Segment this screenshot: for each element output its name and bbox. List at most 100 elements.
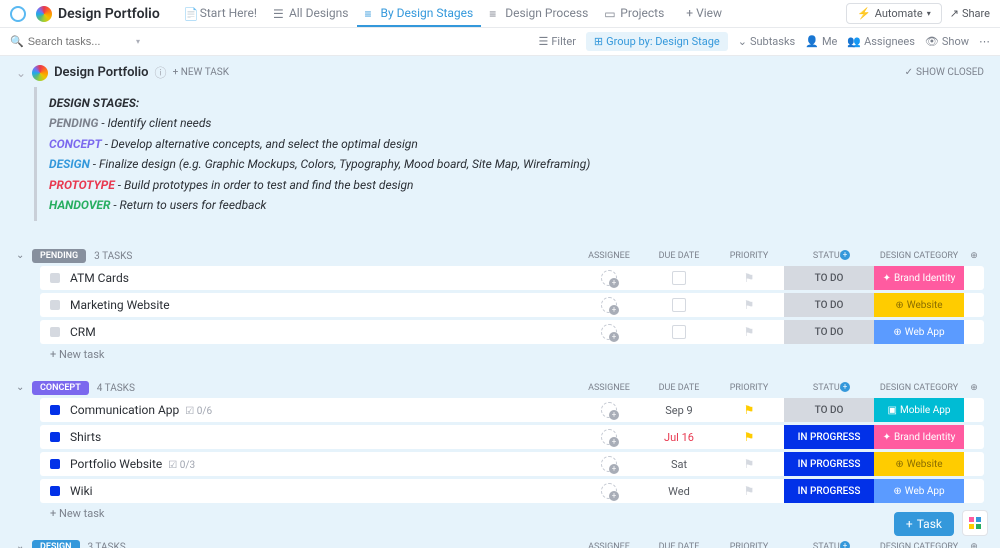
priority-cell[interactable]: ⚑ xyxy=(714,293,784,317)
add-column-icon[interactable]: ⊕ xyxy=(964,251,984,261)
category-cell[interactable]: ⊕Website xyxy=(874,452,964,476)
avatar-empty-icon[interactable] xyxy=(601,483,617,499)
flag-icon[interactable]: ⚑ xyxy=(744,325,755,339)
task-name[interactable]: CRM xyxy=(70,325,574,339)
task-row[interactable]: ATM Cards ⚑ TO DO ✦Brand Identity xyxy=(40,266,984,290)
collapse-icon[interactable]: ⌄ xyxy=(16,66,26,80)
assignees-button[interactable]: 👥Assignees xyxy=(847,35,915,48)
assignee-cell[interactable] xyxy=(574,452,644,476)
col-category[interactable]: DESIGN CATEGORY xyxy=(874,383,964,393)
new-task-button[interactable]: + NEW TASK xyxy=(173,67,229,78)
avatar-empty-icon[interactable] xyxy=(601,270,617,286)
priority-cell[interactable]: ⚑ xyxy=(714,398,784,422)
add-view-button[interactable]: + View xyxy=(678,1,730,27)
assignee-cell[interactable] xyxy=(574,398,644,422)
task-bullet-icon[interactable] xyxy=(50,432,60,442)
due-cell[interactable]: Sat xyxy=(644,452,714,476)
flag-icon[interactable]: ⚑ xyxy=(744,271,755,285)
col-priority[interactable]: PRIORITY xyxy=(714,542,784,548)
task-row[interactable]: Wiki Wed ⚑ IN PROGRESS ⊕Web App xyxy=(40,479,984,503)
task-bullet-icon[interactable] xyxy=(50,273,60,283)
row-action[interactable] xyxy=(964,266,984,290)
col-status[interactable]: STATUS+ xyxy=(784,542,874,548)
col-category[interactable]: DESIGN CATEGORY xyxy=(874,251,964,261)
avatar-empty-icon[interactable] xyxy=(601,402,617,418)
chevron-down-icon[interactable]: ▾ xyxy=(136,37,140,46)
flag-icon[interactable]: ⚑ xyxy=(744,403,755,417)
status-cell[interactable]: IN PROGRESS xyxy=(784,425,874,449)
tab-by-design-stages[interactable]: ≡By Design Stages xyxy=(357,0,482,27)
row-action[interactable] xyxy=(964,479,984,503)
group-status-pill[interactable]: PENDING xyxy=(32,249,86,263)
priority-cell[interactable]: ⚑ xyxy=(714,266,784,290)
task-bullet-icon[interactable] xyxy=(50,405,60,415)
col-assignee[interactable]: ASSIGNEE xyxy=(574,542,644,548)
row-action[interactable] xyxy=(964,452,984,476)
tab-start-here-[interactable]: 📄Start Here! xyxy=(176,0,265,27)
show-button[interactable]: 👁Show xyxy=(925,35,969,48)
flag-icon[interactable]: ⚑ xyxy=(744,430,755,444)
subtask-count[interactable]: ☑ 0/6 xyxy=(185,406,212,417)
task-bullet-icon[interactable] xyxy=(50,300,60,310)
new-task-row[interactable]: + New task xyxy=(50,348,984,361)
app-logo-icon[interactable] xyxy=(10,6,26,22)
assignee-cell[interactable] xyxy=(574,425,644,449)
col-category[interactable]: DESIGN CATEGORY xyxy=(874,542,964,548)
subtask-count[interactable]: ☑ 0/3 xyxy=(168,460,195,471)
assignee-cell[interactable] xyxy=(574,293,644,317)
chevron-down-icon[interactable]: ⌄ xyxy=(16,250,28,262)
new-task-fab[interactable]: +Task xyxy=(894,512,954,536)
col-due[interactable]: DUE DATE xyxy=(644,383,714,393)
row-action[interactable] xyxy=(964,320,984,344)
flag-icon[interactable]: ⚑ xyxy=(744,457,755,471)
col-due[interactable]: DUE DATE xyxy=(644,542,714,548)
share-button[interactable]: ↗Share xyxy=(950,7,990,20)
calendar-icon[interactable] xyxy=(672,271,686,285)
calendar-icon[interactable] xyxy=(672,298,686,312)
status-cell[interactable]: IN PROGRESS xyxy=(784,479,874,503)
priority-cell[interactable]: ⚑ xyxy=(714,320,784,344)
add-column-icon[interactable]: ⊕ xyxy=(964,383,984,393)
category-cell[interactable]: ⊕Website xyxy=(874,293,964,317)
info-icon[interactable]: ⓘ xyxy=(155,64,167,81)
col-assignee[interactable]: ASSIGNEE xyxy=(574,251,644,261)
task-row[interactable]: Communication App☑ 0/6 Sep 9 ⚑ TO DO ▣Mo… xyxy=(40,398,984,422)
new-task-row[interactable]: + New task xyxy=(50,507,984,520)
task-name[interactable]: Marketing Website xyxy=(70,298,574,312)
task-row[interactable]: Marketing Website ⚑ TO DO ⊕Website xyxy=(40,293,984,317)
task-row[interactable]: Shirts Jul 16 ⚑ IN PROGRESS ✦Brand Ident… xyxy=(40,425,984,449)
me-button[interactable]: 👤Me xyxy=(805,35,837,48)
status-cell[interactable]: TO DO xyxy=(784,320,874,344)
tab-projects[interactable]: ▭Projects xyxy=(596,0,672,27)
calendar-icon[interactable] xyxy=(672,325,686,339)
avatar-empty-icon[interactable] xyxy=(601,429,617,445)
task-bullet-icon[interactable] xyxy=(50,327,60,337)
task-row[interactable]: Portfolio Website☑ 0/3 Sat ⚑ IN PROGRESS… xyxy=(40,452,984,476)
status-cell[interactable]: TO DO xyxy=(784,293,874,317)
flag-icon[interactable]: ⚑ xyxy=(744,484,755,498)
task-bullet-icon[interactable] xyxy=(50,486,60,496)
row-action[interactable] xyxy=(964,398,984,422)
due-cell[interactable] xyxy=(644,320,714,344)
category-cell[interactable]: ⊕Web App xyxy=(874,320,964,344)
automate-button[interactable]: ⚡Automate▾ xyxy=(846,3,942,24)
chevron-down-icon[interactable]: ⌄ xyxy=(16,382,28,394)
chevron-down-icon[interactable]: ⌄ xyxy=(16,541,28,548)
group-status-pill[interactable]: CONCEPT xyxy=(32,381,89,395)
assignee-cell[interactable] xyxy=(574,320,644,344)
search-input[interactable] xyxy=(28,36,118,48)
add-column-icon[interactable]: ⊕ xyxy=(964,542,984,548)
task-name[interactable]: ATM Cards xyxy=(70,271,574,285)
tab-design-process[interactable]: ≡Design Process xyxy=(481,0,596,27)
apps-fab[interactable] xyxy=(962,510,988,536)
assignee-cell[interactable] xyxy=(574,266,644,290)
task-name[interactable]: Portfolio Website☑ 0/3 xyxy=(70,457,574,471)
avatar-empty-icon[interactable] xyxy=(601,324,617,340)
category-cell[interactable]: ⊕Web App xyxy=(874,479,964,503)
task-name[interactable]: Wiki xyxy=(70,484,574,498)
category-cell[interactable]: ✦Brand Identity xyxy=(874,425,964,449)
col-due[interactable]: DUE DATE xyxy=(644,251,714,261)
priority-cell[interactable]: ⚑ xyxy=(714,479,784,503)
due-cell[interactable]: Sep 9 xyxy=(644,398,714,422)
subtasks-button[interactable]: ⌄Subtasks xyxy=(738,35,796,48)
